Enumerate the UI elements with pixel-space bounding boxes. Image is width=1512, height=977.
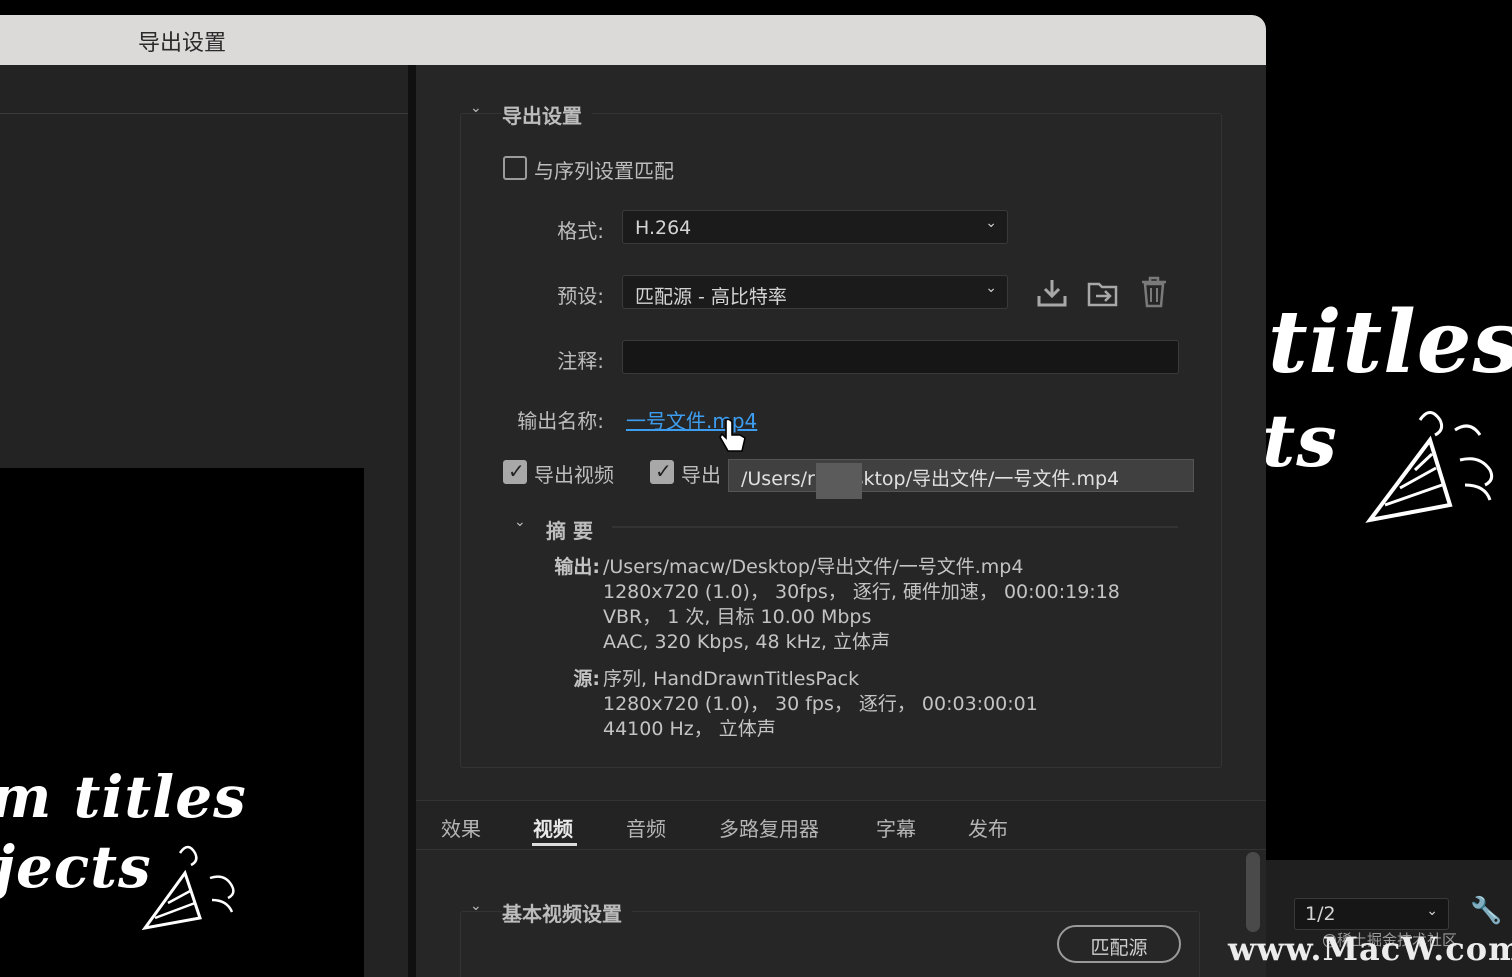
- settings-scrollbar[interactable]: [1246, 852, 1260, 932]
- tab-captions[interactable]: 字幕: [876, 813, 916, 842]
- pane-splitter[interactable]: [408, 65, 416, 977]
- background-title-text: titles: [1268, 292, 1512, 393]
- chevron-down-icon: ⌄: [1426, 903, 1438, 919]
- summary-output-line: VBR， 1 次, 目标 10.00 Mbps: [603, 606, 872, 628]
- format-value: H.264: [635, 217, 692, 239]
- match-sequence-checkbox[interactable]: [503, 156, 527, 180]
- delete-preset-icon[interactable]: [1140, 276, 1168, 308]
- video-section-collapse-icon[interactable]: ⌄: [470, 898, 482, 914]
- tab-audio[interactable]: 音频: [626, 813, 666, 842]
- chevron-down-icon[interactable]: ⌄: [470, 100, 482, 116]
- tab-video[interactable]: 视频: [533, 813, 573, 842]
- window-title: 导出设置: [138, 31, 227, 56]
- export-video-checkbox[interactable]: [503, 459, 527, 484]
- preview-frame: m titles jects: [0, 468, 364, 977]
- page-selector-dropdown[interactable]: 1/2 ⌄: [1294, 898, 1449, 930]
- export-audio-checkbox[interactable]: [650, 459, 674, 484]
- chevron-down-icon: ⌄: [985, 280, 997, 296]
- summary-output-line: AAC, 320 Kbps, 48 kHz, 立体声: [603, 631, 890, 653]
- summary-heading: 摘 要: [546, 519, 593, 543]
- tab-multiplexer[interactable]: 多路复用器: [719, 813, 819, 842]
- preview-subtitle-text: jects: [0, 833, 152, 901]
- tab-effects[interactable]: 效果: [441, 813, 481, 842]
- save-preset-icon[interactable]: [1036, 278, 1068, 308]
- comment-label: 注释:: [557, 349, 604, 373]
- summary-output-line: 1280x720 (1.0)， 30fps， 逐行, 硬件加速， 00:00:1…: [603, 581, 1120, 603]
- preview-party-hat-illustration: [141, 845, 235, 931]
- preview-title-text: m titles: [0, 763, 247, 831]
- tab-publish[interactable]: 发布: [968, 813, 1008, 842]
- format-dropdown[interactable]: H.264 ⌄: [622, 210, 1008, 244]
- export-audio-label: 导出: [681, 463, 721, 487]
- match-sequence-label: 与序列设置匹配: [534, 159, 674, 183]
- title-bar: 导出设置: [0, 15, 1266, 65]
- summary-source-key: 源:: [573, 668, 600, 690]
- page-selector-value: 1/2: [1305, 903, 1336, 925]
- summary-source-line: 1280x720 (1.0)， 30 fps， 逐行， 00:03:00:01: [603, 693, 1038, 715]
- summary-output-key: 输出:: [554, 556, 600, 578]
- party-hat-illustration: [1365, 411, 1494, 523]
- summary-output-line: /Users/macw/Desktop/导出文件/一号文件.mp4: [603, 556, 1024, 578]
- match-source-button[interactable]: 匹配源: [1057, 925, 1181, 963]
- preset-value: 匹配源 - 高比特率: [635, 286, 787, 308]
- output-path-tooltip: /Users/r /Desktop/导出文件/一号文件.mp4: [728, 459, 1194, 492]
- summary-source-line: 序列, HandDrawnTitlesPack: [603, 668, 860, 690]
- preset-dropdown[interactable]: 匹配源 - 高比特率 ⌄: [622, 275, 1008, 309]
- wrench-icon[interactable]: 🔧: [1470, 896, 1502, 926]
- export-settings-heading: 导出设置: [502, 100, 592, 129]
- format-label: 格式:: [557, 219, 604, 243]
- import-preset-icon[interactable]: [1086, 278, 1120, 308]
- redaction-block: [816, 463, 862, 499]
- summary-divider: [612, 526, 1178, 528]
- active-tab-indicator: [532, 843, 577, 846]
- export-video-label: 导出视频: [534, 463, 614, 487]
- preset-label: 预设:: [557, 284, 604, 308]
- comment-input[interactable]: [622, 340, 1179, 374]
- pointer-cursor-icon: [719, 418, 746, 452]
- left-pane-divider: [0, 113, 408, 114]
- summary-source-line: 44100 Hz， 立体声: [603, 718, 776, 740]
- watermark-logo-text: www.MacW.com: [1228, 930, 1512, 968]
- chevron-down-icon: ⌄: [985, 215, 997, 231]
- basic-video-settings-heading: 基本视频设置: [502, 898, 632, 927]
- background-subtitle-text: ts: [1262, 398, 1338, 483]
- output-name-label: 输出名称:: [517, 409, 604, 433]
- summary-collapse-icon[interactable]: ⌄: [514, 514, 526, 530]
